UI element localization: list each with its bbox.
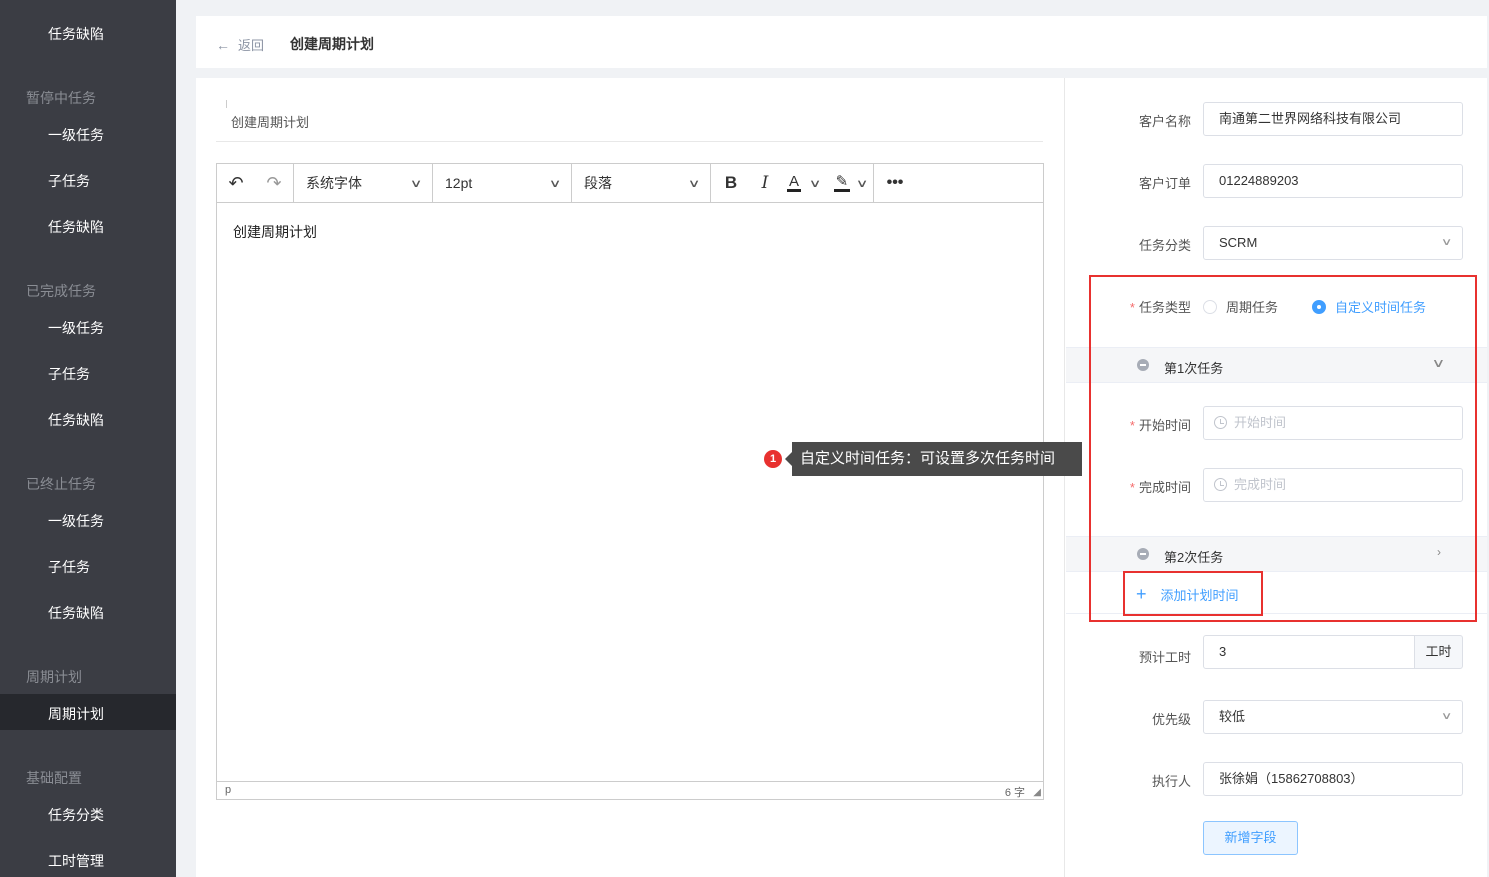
- word-count: 6 字: [1004, 787, 1025, 799]
- customer-order-label: 客户订单: [1138, 176, 1191, 191]
- editor-statusbar: p 6 字 ◢: [217, 781, 1043, 799]
- sidebar-item-level1-task[interactable]: 一级任务: [48, 125, 104, 145]
- sidebar-group-completed: 已完成任务: [26, 283, 96, 299]
- est-hours-field[interactable]: 3: [1203, 635, 1415, 669]
- sidebar-item-task-defect[interactable]: 任务缺陷: [48, 603, 104, 623]
- chevron-down-icon: ∨: [409, 177, 423, 190]
- block-format-value: 段落: [584, 175, 612, 191]
- arrow-left-icon: ←: [216, 36, 230, 53]
- back-button[interactable]: ← 返回: [216, 35, 264, 54]
- sidebar-group-base-config: 基础配置: [26, 770, 82, 786]
- est-hours-unit: 工时: [1414, 635, 1463, 669]
- sidebar-item-subtask[interactable]: 子任务: [48, 171, 90, 191]
- italic-icon[interactable]: I: [751, 164, 779, 203]
- panel-divider: [1064, 78, 1065, 877]
- chevron-down-icon: ∨: [808, 177, 822, 190]
- task-category-select[interactable]: SCRM ∨: [1203, 226, 1463, 260]
- task-category-value: SCRM: [1219, 235, 1258, 250]
- assignee-field[interactable]: 张徐娟（15862708803）: [1203, 762, 1463, 796]
- more-icon[interactable]: •••: [874, 164, 916, 203]
- resize-grip-icon[interactable]: ◢: [1033, 787, 1041, 798]
- sidebar-item-level1-task[interactable]: 一级任务: [48, 318, 104, 338]
- text-color-icon[interactable]: A ∨: [779, 164, 827, 203]
- font-size-value: 12pt: [445, 175, 473, 191]
- font-family-value: 系统字体: [306, 175, 362, 191]
- est-hours-label: 预计工时: [1138, 650, 1191, 665]
- editor-toolbar: ↶ ↷ 系统字体 ∨ 12pt ∨ 段落 ∨ B I A ∨ ✎ ∨ •••: [217, 163, 1043, 203]
- rich-text-editor: ↶ ↷ 系统字体 ∨ 12pt ∨ 段落 ∨ B I A ∨ ✎ ∨ ••• 创…: [216, 163, 1044, 800]
- sidebar-item-subtask[interactable]: 子任务: [48, 364, 90, 384]
- annotation-tooltip: 自定义时间任务：可设置多次任务时间: [785, 442, 1082, 476]
- sidebar-item-subtask[interactable]: 子任务: [48, 557, 90, 577]
- sidebar-item-task-defect[interactable]: 任务缺陷: [48, 410, 104, 430]
- back-label: 返回: [238, 38, 265, 53]
- sidebar-item-task-defect[interactable]: 任务缺陷: [48, 24, 104, 44]
- block-format-select[interactable]: 段落 ∨: [572, 164, 710, 203]
- chevron-down-icon: ∨: [1440, 237, 1453, 248]
- font-family-select[interactable]: 系统字体 ∨: [294, 164, 432, 203]
- sidebar-item-hours-management[interactable]: 工时管理: [48, 851, 104, 871]
- plan-title-value: 创建周期计划: [231, 115, 310, 130]
- customer-name-label: 客户名称: [1138, 114, 1191, 129]
- chevron-down-icon: ∨: [548, 177, 562, 190]
- editor-content[interactable]: 创建周期计划: [233, 222, 317, 242]
- sidebar-group-terminated: 已终止任务: [26, 476, 96, 492]
- annotation-badge: 1: [764, 450, 782, 468]
- bold-icon[interactable]: B: [711, 164, 751, 203]
- priority-value: 较低: [1219, 709, 1246, 724]
- chevron-down-icon: ∨: [1440, 711, 1453, 722]
- assignee-label: 执行人: [1151, 774, 1191, 789]
- undo-icon[interactable]: ↶: [217, 164, 255, 203]
- add-field-button[interactable]: 新增字段: [1203, 821, 1298, 855]
- customer-name-field[interactable]: 南通第二世界网络科技有限公司: [1203, 102, 1463, 136]
- priority-label: 优先级: [1151, 712, 1191, 727]
- chevron-down-icon: ∨: [687, 177, 701, 190]
- customer-order-field[interactable]: 01224889203: [1203, 164, 1463, 198]
- text-cursor: [226, 100, 227, 108]
- page-title: 创建周期计划: [290, 36, 374, 52]
- plan-title-input[interactable]: 创建周期计划: [216, 100, 1043, 142]
- sidebar-item-cycle-plan[interactable]: 周期计划: [48, 704, 104, 724]
- task-category-label: 任务分类: [1138, 238, 1191, 253]
- sidebar-item-task-category[interactable]: 任务分类: [48, 805, 104, 825]
- redo-icon[interactable]: ↷: [255, 164, 293, 203]
- marker-icon: ✎: [833, 173, 851, 192]
- element-path: p: [225, 784, 232, 796]
- sidebar-item-task-defect[interactable]: 任务缺陷: [48, 217, 104, 237]
- font-size-select[interactable]: 12pt ∨: [433, 164, 571, 203]
- highlight-color-icon[interactable]: ✎ ∨: [827, 164, 873, 203]
- text-color-a-icon: A: [786, 173, 801, 192]
- sidebar: 任务缺陷 暂停中任务 一级任务 子任务 任务缺陷 已完成任务 一级任务 子任务 …: [0, 0, 176, 877]
- highlight-box-add-plan: [1123, 571, 1263, 616]
- sidebar-item-level1-task[interactable]: 一级任务: [48, 511, 104, 531]
- priority-select[interactable]: 较低 ∨: [1203, 700, 1463, 734]
- page-header: ← 返回 创建周期计划: [196, 16, 1487, 68]
- sidebar-group-cycle-plan: 周期计划: [26, 669, 82, 685]
- sidebar-group-paused: 暂停中任务: [26, 90, 96, 106]
- chevron-down-icon: ∨: [855, 177, 869, 190]
- highlight-box-task-type: [1089, 275, 1477, 622]
